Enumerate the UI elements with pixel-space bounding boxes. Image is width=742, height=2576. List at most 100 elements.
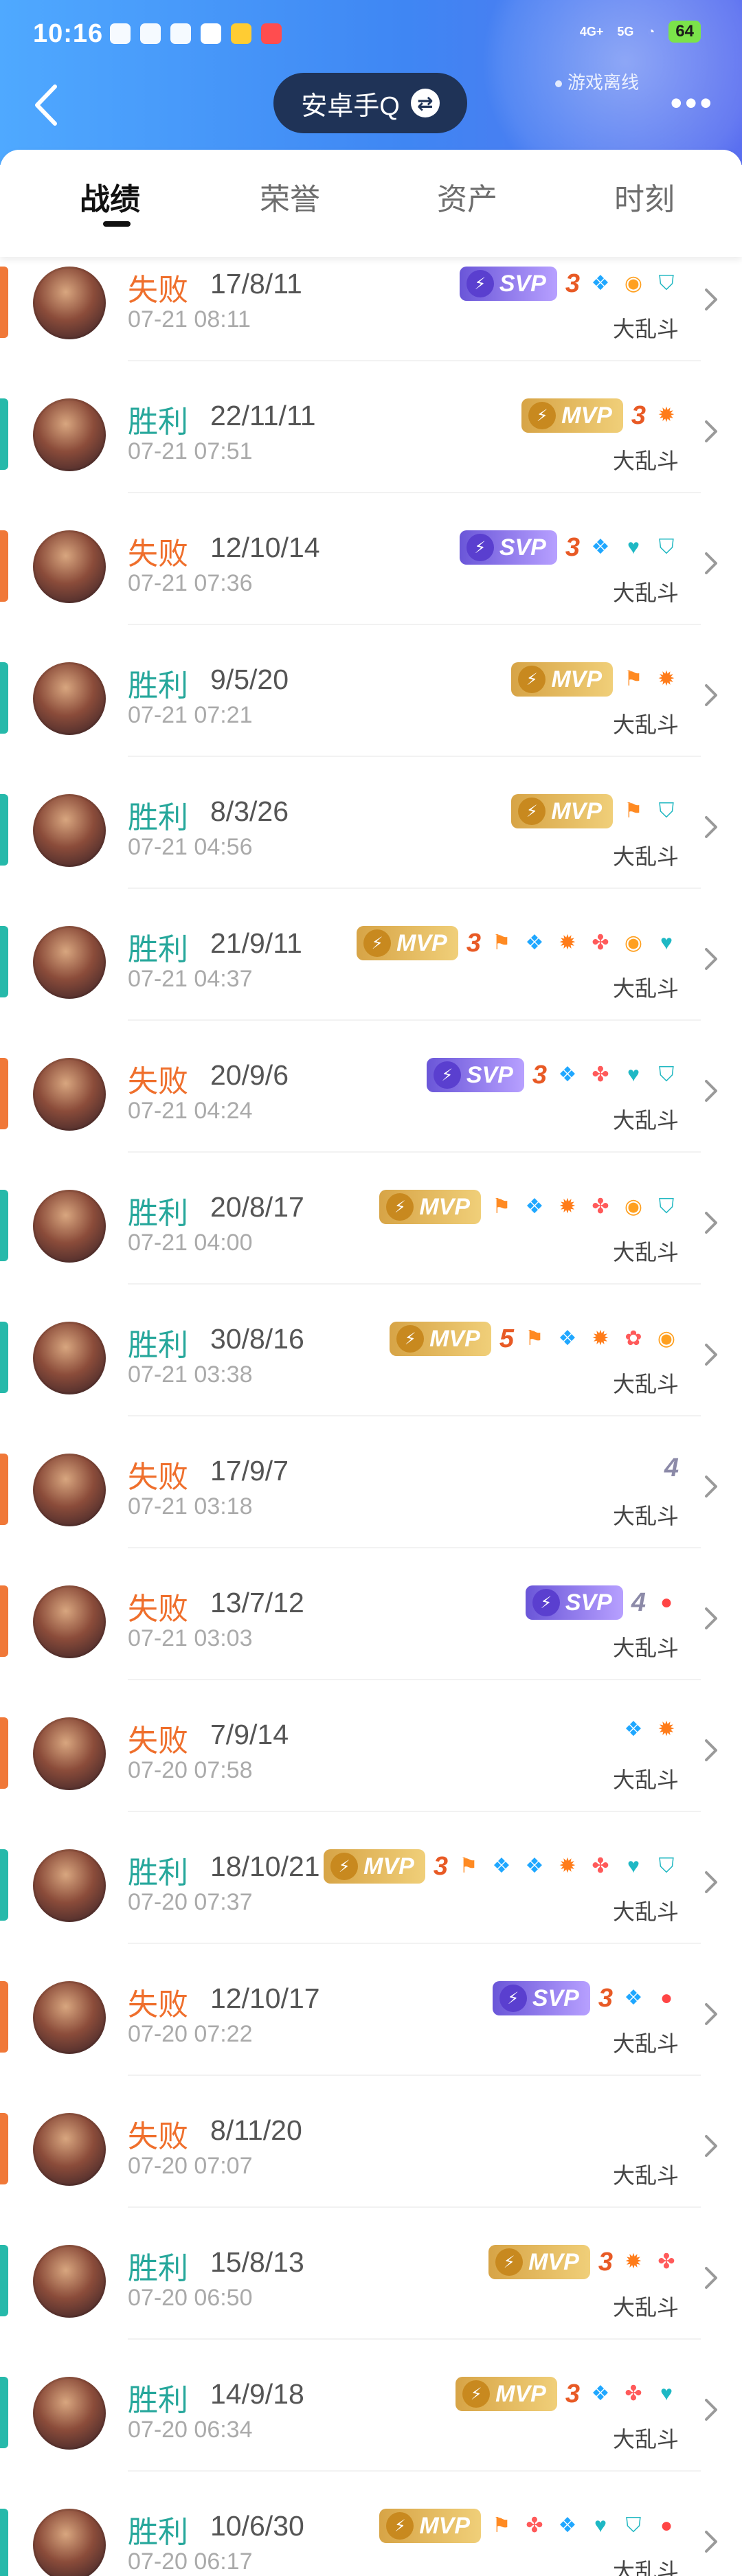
lose-indicator (0, 1981, 8, 2053)
chevron-right-icon[interactable] (701, 2528, 721, 2555)
match-row[interactable]: 胜利 30/8/16 07-21 03:38 ⚡ MVP 5 ⚑ ❖ ✹ ✿ ◉ 大乱斗 (0, 1285, 742, 1416)
match-row[interactable]: 胜利 8/3/26 07-21 04:56 ⚡ MVP ⚑ ⛉ 大乱斗 (0, 757, 742, 889)
badge-label: MVP (528, 2248, 579, 2275)
game-mode: 大乱斗 (612, 2163, 679, 2188)
heart-icon: ♥ (660, 931, 673, 954)
multi-kill-count: 3 (565, 269, 580, 298)
match-result: 失败 (128, 1065, 188, 1098)
match-row[interactable]: 失败 12/10/14 07-21 07:36 ⚡ SVP 3 ❖ ♥ ⛉ 大乱斗 (0, 493, 742, 625)
game-mode: 大乱斗 (612, 2427, 679, 2452)
match-row[interactable]: 失败 20/9/6 07-21 04:24 ⚡ SVP 3 ❖ ✤ ♥ ⛉ 大乱斗 (0, 1021, 742, 1153)
badge-label: MVP (551, 666, 602, 692)
game-mode: 大乱斗 (612, 1767, 679, 1792)
chevron-right-icon[interactable] (701, 945, 721, 973)
tab-assets[interactable]: 资产 (437, 174, 497, 218)
match-row[interactable]: 胜利 18/10/21 07-20 07:37 ⚡ MVP 3 ⚑ ❖ ❖ ✹ ✤ ♥ ⛉ 大乱斗 (0, 1812, 742, 1944)
badge-label: MVP (396, 929, 447, 956)
chevron-right-icon[interactable] (701, 2000, 721, 2028)
header-background: 10:16 4G+ 5G ◔ 64 游戏离线 安卓手Q ⇄ ••• (0, 0, 742, 165)
tab-honor[interactable]: 荣誉 (260, 174, 320, 218)
blue-icon: ❖ (525, 1195, 544, 1218)
match-result: 胜利 (128, 1197, 188, 1230)
match-row[interactable]: 失败 8/11/20 07-20 07:07 大乱斗 (0, 2076, 742, 2208)
chevron-right-icon[interactable] (701, 1209, 721, 1236)
lightning-icon: ⚡ (386, 2512, 414, 2540)
account-title: 安卓手Q (301, 91, 400, 121)
chevron-right-icon[interactable] (701, 1077, 721, 1105)
lightning-icon: ⚡ (532, 1589, 560, 1616)
badge-label: MVP (363, 1853, 414, 1879)
notification-icons (110, 23, 282, 44)
game-mode: 大乱斗 (612, 976, 679, 1001)
skull-icon: ✤ (657, 2250, 675, 2273)
match-row[interactable]: 失败 13/7/12 07-21 03:03 ⚡ SVP 4 ● 大乱斗 (0, 1548, 742, 1680)
match-row[interactable]: 胜利 20/8/17 07-21 04:00 ⚡ MVP ⚑ ❖ ✹ ✤ ◉ ⛉ 大乱斗 (0, 1153, 742, 1285)
network-4g: 4G+ (579, 24, 604, 38)
badge-label: SVP (532, 1985, 579, 2011)
match-result: 失败 (128, 1592, 188, 1626)
match-kda: 20/9/6 (210, 1059, 289, 1091)
badge-label: SVP (565, 1589, 612, 1616)
match-row[interactable]: 失败 17/8/11 07-21 08:11 ⚡ SVP 3 ❖ ◉ ⛉ 大乱斗 (0, 229, 742, 361)
lose-indicator (0, 1717, 8, 1789)
lightning-icon: ⚡ (499, 1985, 527, 2012)
status-bar: 10:16 4G+ 5G ◔ 64 (0, 0, 742, 71)
game-mode: 大乱斗 (612, 2295, 679, 2320)
match-row[interactable]: 胜利 22/11/11 07-21 07:51 ⚡ MVP 3 ✹ 大乱斗 (0, 361, 742, 493)
chevron-right-icon[interactable] (701, 1605, 721, 1632)
match-date: 07-20 06:50 (128, 2285, 253, 2311)
match-row[interactable]: 胜利 15/8/13 07-20 06:50 ⚡ MVP 3 ✹ ✤ 大乱斗 (0, 2208, 742, 2340)
svp-badge: ⚡ SVP (459, 530, 557, 565)
match-kda: 9/5/20 (210, 664, 289, 695)
hero-avatar (33, 1322, 106, 1394)
win-indicator (0, 398, 8, 470)
shield-icon: ⛉ (658, 536, 675, 558)
more-icon[interactable]: ••• (670, 86, 715, 120)
lightning-icon: ⚡ (518, 666, 546, 693)
game-mode: 大乱斗 (612, 1504, 679, 1528)
win-indicator (0, 1322, 8, 1393)
chevron-right-icon[interactable] (701, 286, 721, 313)
chevron-right-icon[interactable] (701, 813, 721, 841)
match-kda: 17/9/7 (210, 1455, 289, 1487)
chevron-right-icon[interactable] (701, 681, 721, 709)
match-kda: 22/11/11 (210, 400, 316, 431)
svp-badge: ⚡ SVP (492, 1981, 590, 2015)
match-row[interactable]: 胜利 10/6/30 07-20 06:17 ⚡ MVP ⚑ ✤ ❖ ♥ ⛉ ● 大乱斗 (0, 2472, 742, 2576)
multi-kill-count: 5 (499, 1324, 514, 1353)
chevron-right-icon[interactable] (701, 1341, 721, 1368)
match-row[interactable]: 胜利 9/5/20 07-21 07:21 ⚡ MVP ⚑ ✹ 大乱斗 (0, 625, 742, 757)
chevron-right-icon[interactable] (701, 2396, 721, 2424)
mvp-badge: ⚡ MVP (456, 2377, 557, 2411)
game-mode: 大乱斗 (612, 1240, 679, 1265)
tab-moments[interactable]: 时刻 (614, 174, 675, 218)
chevron-right-icon[interactable] (701, 418, 721, 445)
chevron-right-icon[interactable] (701, 1737, 721, 1764)
match-row[interactable]: 胜利 14/9/18 07-20 06:34 ⚡ MVP 3 ❖ ✤ ♥ 大乱斗 (0, 2340, 742, 2472)
badge-label: MVP (429, 1325, 480, 1352)
badge-label: SVP (466, 1061, 513, 1088)
multi-kill-count: 3 (565, 532, 580, 562)
match-row[interactable]: 胜利 21/9/11 07-21 04:37 ⚡ MVP 3 ⚑ ❖ ✹ ✤ ◉ ♥ 大乱斗 (0, 889, 742, 1021)
match-row[interactable]: 失败 17/9/7 07-21 03:18 4 大乱斗 (0, 1416, 742, 1548)
drop-icon: ● (660, 1987, 673, 2009)
chevron-right-icon[interactable] (701, 1868, 721, 1896)
app-red-icon (261, 23, 282, 44)
tab-record[interactable]: 战绩 (80, 174, 140, 218)
game-mode: 大乱斗 (612, 2559, 679, 2576)
match-row[interactable]: 失败 12/10/17 07-20 07:22 ⚡ SVP 3 ❖ ● 大乱斗 (0, 1944, 742, 2076)
chevron-right-icon[interactable] (701, 1473, 721, 1500)
match-badges: ⚡ MVP 3 ✹ (521, 398, 679, 433)
lotus-icon: ✿ (625, 1327, 642, 1350)
account-switch-button[interactable]: 安卓手Q ⇄ (273, 73, 467, 133)
chevron-right-icon[interactable] (701, 2132, 721, 2160)
heart-icon: ♥ (627, 536, 640, 558)
game-mode: 大乱斗 (612, 1636, 679, 1660)
fire-icon: ✹ (559, 1195, 576, 1218)
back-button[interactable] (30, 81, 63, 129)
chevron-right-icon[interactable] (701, 2264, 721, 2292)
chevron-right-icon[interactable] (701, 550, 721, 577)
hero-avatar (33, 1981, 106, 2054)
match-badges: ⚡ SVP 3 ❖ ♥ ⛉ (459, 530, 679, 565)
match-row[interactable]: 失败 7/9/14 07-20 07:58 ❖ ✹ 大乱斗 (0, 1680, 742, 1812)
